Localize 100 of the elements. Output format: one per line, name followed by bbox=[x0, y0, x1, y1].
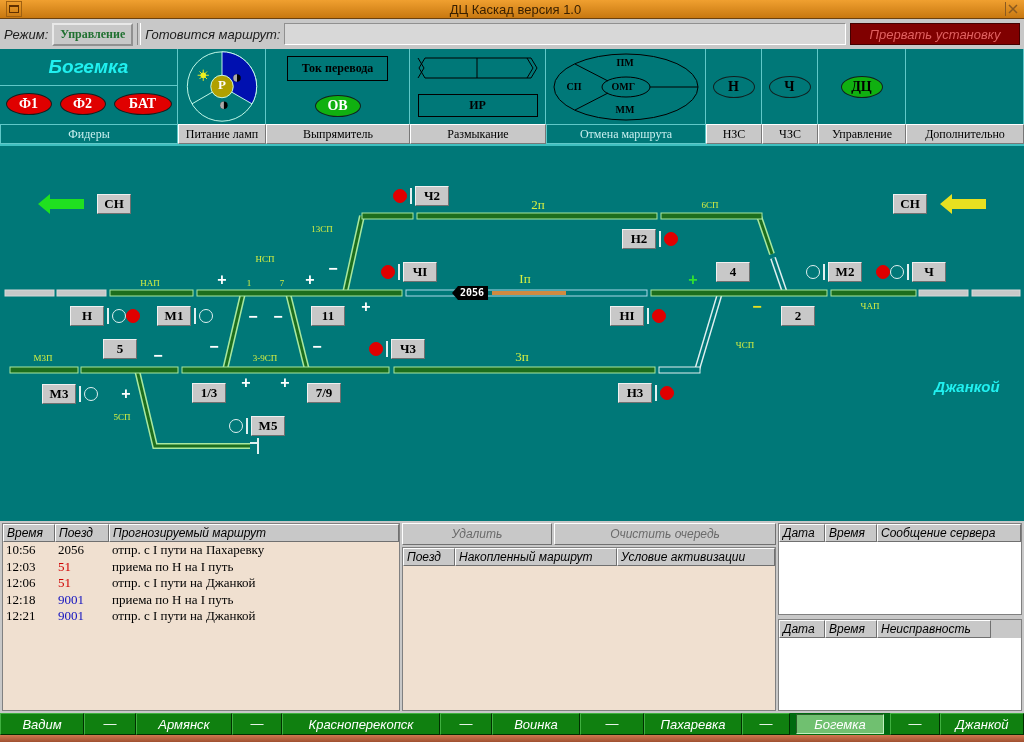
switch-position-mark: + bbox=[280, 375, 290, 391]
signal-button[interactable]: Ч3 bbox=[391, 339, 425, 359]
close-icon[interactable] bbox=[1005, 2, 1020, 16]
zone-indicator[interactable]: Ч bbox=[768, 75, 811, 98]
panel-tab[interactable]: Выпрямитель bbox=[266, 124, 410, 144]
column-header[interactable]: Условие активизации bbox=[617, 548, 775, 566]
section-label: 5СП bbox=[113, 412, 131, 422]
train-number-tag: 2056 bbox=[452, 286, 489, 300]
switch-position-mark: − bbox=[153, 348, 163, 364]
column-header[interactable]: Время bbox=[3, 524, 55, 542]
zone-indicator[interactable]: Н bbox=[712, 75, 755, 98]
switch-position-mark: − bbox=[328, 261, 338, 277]
signal-button[interactable]: Н bbox=[70, 306, 104, 326]
signal-button[interactable]: Ч2 bbox=[415, 186, 449, 206]
switch-position-mark: + bbox=[241, 375, 251, 391]
power-mode-label: Р bbox=[217, 77, 227, 93]
approach-signal-button[interactable]: СН bbox=[893, 194, 927, 214]
switch-button[interactable]: 7/9 bbox=[307, 383, 341, 403]
section-label: 13СП bbox=[311, 224, 333, 234]
station-tab[interactable]: Пахаревка bbox=[644, 713, 742, 735]
station-tab[interactable]: Армянск bbox=[136, 713, 232, 735]
switch-position-mark: − bbox=[209, 339, 219, 355]
section-label: 3-9СП bbox=[252, 353, 278, 363]
signal-button[interactable]: ЧI bbox=[403, 262, 437, 282]
signal-post-mark bbox=[194, 308, 196, 324]
cancel-option-label[interactable]: СП bbox=[566, 80, 582, 92]
signal-button[interactable]: М1 bbox=[157, 306, 191, 326]
mode-field: Управление bbox=[52, 22, 134, 46]
approach-signal-button[interactable]: СН bbox=[97, 194, 131, 214]
panel-tab[interactable]: Фидеры bbox=[0, 124, 178, 144]
time-cell-text: 12:03 bbox=[5, 558, 37, 575]
train-cell-text: 2056 bbox=[57, 542, 85, 559]
zone-indicator[interactable]: ДЦ bbox=[840, 75, 883, 98]
time-cell-text: 12:21 bbox=[5, 608, 37, 625]
station-tab[interactable]: Вадим bbox=[0, 713, 84, 735]
signal-post-mark bbox=[907, 264, 909, 280]
section-label: 1 bbox=[246, 278, 252, 288]
switch-position-mark: + bbox=[361, 299, 371, 315]
switch-button[interactable]: 5 bbox=[103, 339, 137, 359]
switch-button[interactable]: 11 bbox=[311, 306, 345, 326]
signal-post-mark bbox=[659, 231, 661, 247]
panel-tab[interactable]: Дополнительно bbox=[906, 124, 1024, 144]
panel-tab[interactable]: ЧЗС bbox=[762, 124, 818, 144]
signal-button[interactable]: М3 bbox=[42, 384, 76, 404]
signal-button[interactable]: М2 bbox=[828, 262, 862, 282]
signal-button[interactable]: М5 bbox=[251, 416, 285, 436]
signal-button[interactable]: Н2 bbox=[622, 229, 656, 249]
signal-button[interactable]: Н3 bbox=[618, 383, 652, 403]
signal-post-mark bbox=[410, 188, 412, 204]
route-cell-text: отпр. с I пути на Пахаревку bbox=[111, 542, 266, 559]
switch-position-mark: − bbox=[312, 339, 322, 355]
column-header[interactable]: Неисправность bbox=[877, 620, 991, 638]
feeder-indicator[interactable]: БАТ bbox=[113, 93, 172, 115]
panel-tab[interactable]: Отмена маршрута bbox=[546, 124, 706, 144]
switch-position-mark: − bbox=[273, 309, 283, 325]
column-header[interactable]: Время bbox=[825, 524, 877, 542]
train-cell-text: 51 bbox=[57, 575, 72, 592]
switch-current-indicator: Ток перевода bbox=[286, 56, 389, 81]
switch-position-mark: + bbox=[121, 386, 131, 402]
panel-tab[interactable]: НЗС bbox=[706, 124, 762, 144]
switch-button[interactable]: 1/3 bbox=[192, 383, 226, 403]
station-tab[interactable]: Красноперекопск bbox=[282, 713, 440, 735]
station-tab[interactable]: Воинка bbox=[492, 713, 580, 735]
cancel-option-label[interactable]: ММ bbox=[615, 103, 635, 115]
section-label: 6СП bbox=[701, 200, 719, 210]
column-header[interactable]: Прогнозируемый маршрут bbox=[109, 524, 399, 542]
station-tab[interactable]: Джанкой bbox=[940, 713, 1024, 735]
signal-post-mark bbox=[386, 341, 388, 357]
signal-button[interactable]: НI bbox=[610, 306, 644, 326]
signal-post-mark bbox=[647, 308, 649, 324]
mode-label: Режим: bbox=[4, 26, 49, 42]
feeder-indicator[interactable]: Ф2 bbox=[59, 93, 106, 115]
feeder-indicator[interactable]: Ф1 bbox=[5, 93, 52, 115]
column-header[interactable]: Дата bbox=[779, 524, 825, 542]
signal-post-mark bbox=[79, 386, 81, 402]
train-cell-text: 51 bbox=[57, 558, 72, 575]
column-header[interactable]: Поезд bbox=[55, 524, 109, 542]
release-button[interactable]: ИР bbox=[417, 94, 538, 117]
cancel-option-label[interactable]: ПМ bbox=[616, 56, 634, 68]
column-header[interactable]: Время bbox=[825, 620, 877, 638]
column-header[interactable]: Дата bbox=[779, 620, 825, 638]
panel-tab[interactable]: Размыкание bbox=[410, 124, 546, 144]
column-header[interactable]: Сообщение сервера bbox=[877, 524, 1021, 542]
panel-tab[interactable]: Управление bbox=[818, 124, 906, 144]
switch-button[interactable]: 2 bbox=[781, 306, 815, 326]
signal-post-mark bbox=[398, 264, 400, 280]
section-label: ЧСП bbox=[735, 340, 755, 350]
window-title: ДЦ Каскад версия 1.0 bbox=[448, 1, 583, 17]
switch-position-mark: − bbox=[752, 299, 762, 315]
column-header[interactable]: Поезд bbox=[403, 548, 455, 566]
switch-position-mark: + bbox=[217, 272, 227, 288]
switch-button[interactable]: 4 bbox=[716, 262, 750, 282]
window-menu-icon[interactable] bbox=[6, 1, 22, 17]
column-header[interactable]: Накопленный маршрут bbox=[455, 548, 617, 566]
separator-dash: — bbox=[908, 716, 922, 732]
section-label: НАП bbox=[140, 278, 160, 288]
panel-tab[interactable]: Питание ламп bbox=[178, 124, 266, 144]
time-cell-text: 12:06 bbox=[5, 575, 37, 592]
signal-button[interactable]: Ч bbox=[912, 262, 946, 282]
section-label: М3П bbox=[33, 353, 53, 363]
